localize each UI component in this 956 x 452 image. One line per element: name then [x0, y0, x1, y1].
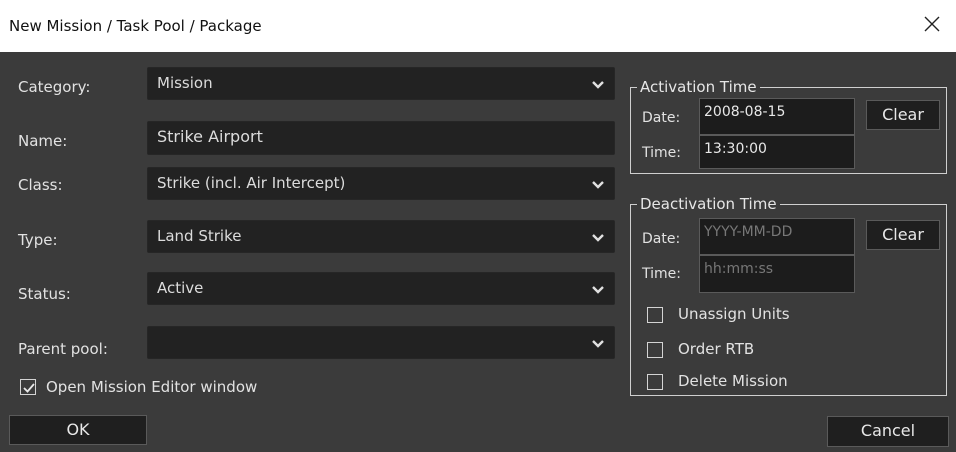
unassign-units-label[interactable]: Unassign Units: [678, 305, 790, 323]
parent-pool-label: Parent pool:: [18, 340, 108, 358]
open-editor-label[interactable]: Open Mission Editor window: [46, 378, 257, 396]
chevron-down-icon: [590, 230, 606, 244]
activation-clear-button[interactable]: Clear: [866, 100, 940, 130]
window-title: New Mission / Task Pool / Package: [9, 17, 262, 35]
activation-clear-label: Clear: [882, 105, 924, 124]
deactivation-time-input[interactable]: hh:mm:ss: [699, 255, 855, 293]
class-label: Class:: [18, 176, 63, 194]
title-bar: New Mission / Task Pool / Package: [0, 0, 956, 52]
delete-mission-label[interactable]: Delete Mission: [678, 372, 788, 390]
status-value: Active: [157, 279, 204, 297]
name-field[interactable]: Strike Airport: [147, 121, 615, 155]
ok-button-label: OK: [66, 420, 90, 439]
open-editor-checkbox[interactable]: [20, 379, 36, 395]
category-select[interactable]: Mission: [147, 67, 615, 100]
parent-pool-select[interactable]: [147, 326, 615, 359]
name-label: Name:: [18, 132, 68, 150]
activation-date-value: 2008-08-15: [704, 104, 786, 120]
type-value: Land Strike: [157, 227, 242, 245]
category-value: Mission: [157, 74, 213, 92]
order-rtb-label[interactable]: Order RTB: [678, 340, 754, 358]
activation-time-legend: Activation Time: [637, 78, 760, 96]
activation-date-label: Date:: [642, 110, 681, 126]
checkmark-icon: [23, 383, 35, 393]
name-value: Strike Airport: [157, 127, 263, 146]
chevron-down-icon: [590, 282, 606, 296]
activation-time-value: 13:30:00: [704, 141, 767, 157]
deactivation-time-legend: Deactivation Time: [637, 195, 780, 213]
activation-time-label: Time:: [642, 145, 681, 161]
chevron-down-icon: [590, 177, 606, 191]
deactivation-date-input[interactable]: YYYY-MM-DD: [699, 218, 855, 255]
activation-date-input[interactable]: 2008-08-15: [699, 98, 855, 135]
deactivation-time-label: Time:: [642, 266, 681, 282]
cancel-button[interactable]: Cancel: [827, 416, 949, 447]
type-label: Type:: [18, 231, 58, 249]
activation-time-input[interactable]: 13:30:00: [699, 135, 855, 169]
cancel-button-label: Cancel: [860, 421, 916, 440]
category-label: Category:: [18, 78, 91, 96]
ok-button[interactable]: OK: [9, 415, 147, 445]
class-select[interactable]: Strike (incl. Air Intercept): [147, 167, 615, 200]
close-icon[interactable]: [920, 12, 944, 36]
unassign-units-checkbox[interactable]: [647, 307, 663, 323]
dialog-body: Category: Mission Name: Strike Airport C…: [0, 52, 956, 452]
deactivation-time-placeholder: hh:mm:ss: [704, 261, 774, 277]
type-select[interactable]: Land Strike: [147, 220, 615, 253]
deactivation-clear-button[interactable]: Clear: [866, 220, 940, 250]
status-label: Status:: [18, 285, 71, 303]
class-value: Strike (incl. Air Intercept): [157, 174, 346, 192]
chevron-down-icon: [590, 77, 606, 91]
delete-mission-checkbox[interactable]: [647, 374, 663, 390]
deactivation-clear-label: Clear: [882, 225, 924, 244]
deactivation-date-placeholder: YYYY-MM-DD: [704, 224, 793, 240]
chevron-down-icon: [590, 336, 606, 350]
status-select[interactable]: Active: [147, 272, 615, 305]
deactivation-date-label: Date:: [642, 231, 681, 247]
order-rtb-checkbox[interactable]: [647, 342, 663, 358]
